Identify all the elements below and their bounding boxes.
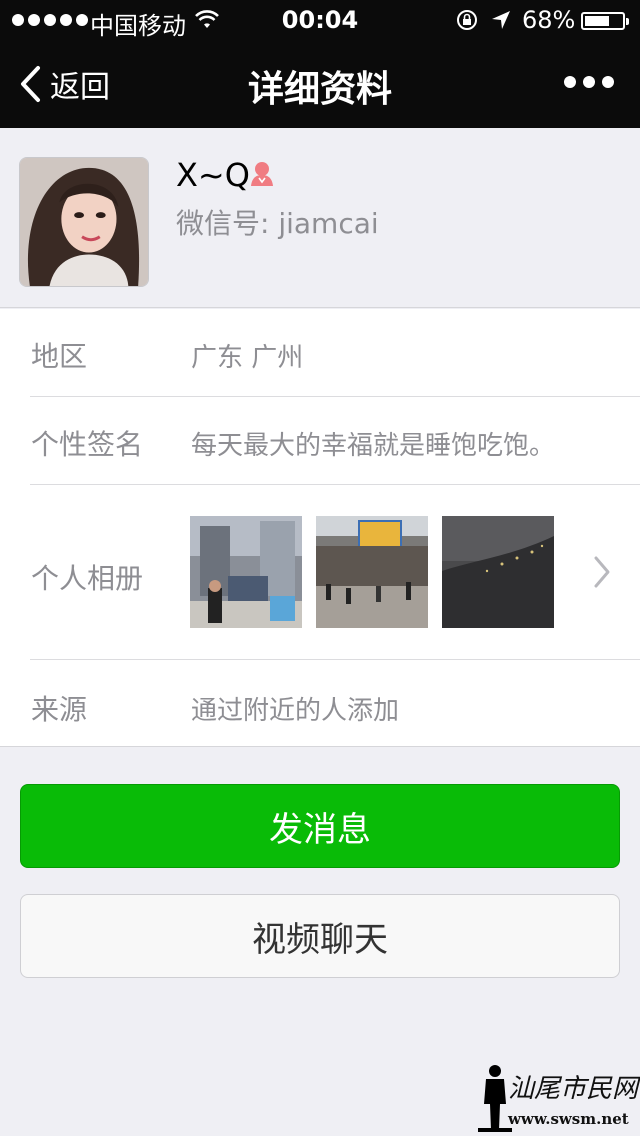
battery-icon <box>581 12 629 30</box>
watermark-brand: 汕尾市民网 <box>508 1074 639 1104</box>
location-arrow-icon <box>492 11 510 29</box>
more-options-button[interactable] <box>564 76 614 88</box>
source-value: 通过附近的人添加 <box>191 696 400 726</box>
contact-name: X~Q <box>176 156 250 194</box>
profile-header: X~Q 微信号: jiamcai <box>0 128 640 308</box>
album-thumbnails <box>190 516 554 628</box>
source-label: 来源 <box>31 693 88 726</box>
album-row[interactable]: 个人相册 <box>0 309 640 659</box>
send-message-button[interactable]: 发消息 <box>20 784 620 868</box>
avatar[interactable] <box>19 157 149 287</box>
profile-details-list: 地区 广东 广州 个性签名 每天最大的幸福就是睡饱吃饱。 个人相册 来源 通过附… <box>0 309 640 747</box>
album-photo[interactable] <box>316 516 428 628</box>
wechat-id: 微信号: jiamcai <box>176 207 379 240</box>
page-title: 详细资料 <box>247 69 392 110</box>
person-silhouette-icon <box>478 1065 512 1132</box>
status-bar: 中国移动 00:04 68% <box>0 0 640 40</box>
watermark: 汕尾市民网 www.swsm.net <box>474 1064 640 1136</box>
album-photo[interactable] <box>442 516 554 628</box>
chevron-right-icon <box>594 556 610 588</box>
watermark-url: www.swsm.net <box>508 1110 629 1128</box>
video-chat-button[interactable]: 视频聊天 <box>20 894 620 978</box>
more-dots-icon <box>564 76 576 88</box>
navigation-bar: 返回 详细资料 <box>0 40 640 128</box>
avatar-image <box>20 158 148 286</box>
female-icon <box>251 162 273 186</box>
album-label: 个人相册 <box>31 562 144 595</box>
album-photo[interactable] <box>190 516 302 628</box>
battery-percentage: 68% <box>522 6 576 34</box>
rotation-lock-icon <box>457 10 477 30</box>
top-bar: 中国移动 00:04 68% 返回 详细资料 <box>0 0 640 128</box>
source-row: 来源 通过附近的人添加 <box>0 660 640 747</box>
